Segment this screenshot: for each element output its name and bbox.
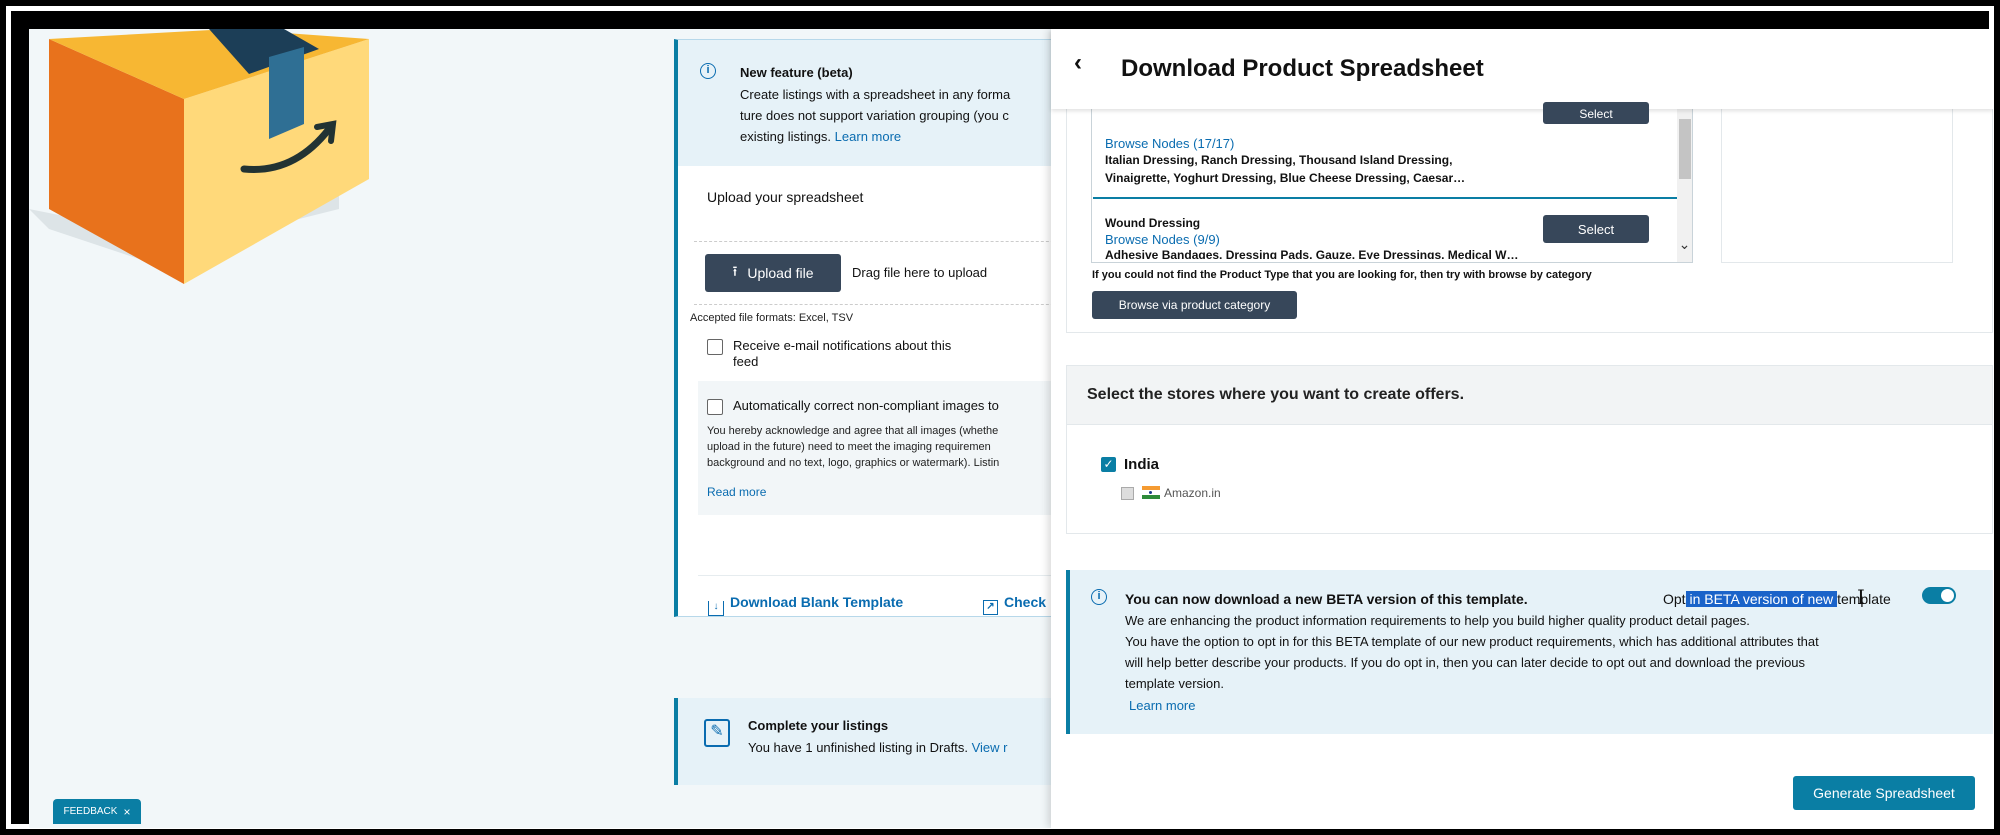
feature-title: New feature (beta) — [740, 65, 853, 80]
scroll-down-icon[interactable]: ⌄ — [1677, 236, 1692, 254]
amazon-box-logo — [29, 29, 379, 289]
complete-listings-title: Complete your listings — [748, 718, 889, 733]
product-type-2-browse-nodes[interactable]: Browse Nodes (9/9) — [1105, 232, 1220, 247]
india-label: India — [1124, 456, 1160, 473]
product-type-2-name: Wound Dressing — [1105, 216, 1201, 230]
toggle-knob — [1941, 589, 1954, 602]
feedback-label: FEEDBACK — [63, 806, 118, 817]
read-more-link[interactable]: Read more — [707, 485, 766, 499]
edit-icon: ✎ — [704, 719, 730, 747]
opt-in-prefix: Opt — [1663, 591, 1686, 607]
auto-correct-label: Automatically correct non-compliant imag… — [733, 398, 999, 413]
upload-file-button[interactable]: ⭱ Upload file — [705, 254, 841, 292]
screenshot-frame: i New feature (beta) Create listings wit… — [6, 6, 1994, 829]
beta-info-icon: i — [1091, 589, 1107, 605]
auto-correct-body-line3: background and no text, logo, graphics o… — [707, 457, 1000, 469]
feature-banner — [678, 40, 1074, 166]
external-link-icon: ↗ — [983, 600, 998, 615]
product-type-2-select-button[interactable]: Select — [1543, 215, 1649, 243]
beta-line4: template version. — [1125, 676, 1224, 691]
view-drafts-link[interactable]: View r — [972, 740, 1008, 755]
download-icon: ↓ — [708, 601, 724, 616]
product-type-2-examples-clip: Adhesive Bandages, Dressing Pads, Gauze,… — [1105, 248, 1665, 259]
product-type-1-browse-nodes[interactable]: Browse Nodes (17/17) — [1105, 136, 1234, 151]
feature-line3: existing listings. Learn more — [740, 129, 901, 144]
download-blank-template-label: Download Blank Template — [730, 594, 904, 610]
product-type-2-examples-line1: Adhesive Bandages, Dressing Pads, Gauze,… — [1105, 248, 1519, 259]
info-icon: i — [700, 63, 716, 79]
feature-line3-text: existing listings. — [740, 129, 832, 144]
beta-title: You can now download a new BETA version … — [1125, 591, 1528, 607]
screen: i New feature (beta) Create listings wit… — [29, 29, 1993, 828]
product-type-1-examples-line1: Italian Dressing, Ranch Dressing, Thousa… — [1105, 153, 1453, 167]
browse-category-button[interactable]: Browse via product category — [1092, 291, 1297, 319]
text-cursor-icon: I — [1857, 585, 1865, 609]
opt-in-selected-text: in BETA version of new — [1685, 591, 1838, 607]
complete-listings-message: You have 1 unfinished listing in Drafts. — [748, 740, 968, 755]
accepted-formats-text: Accepted file formats: Excel, TSV — [690, 312, 854, 324]
feature-learn-more-link[interactable]: Learn more — [835, 129, 901, 144]
amazon-in-label: Amazon.in — [1164, 486, 1221, 500]
product-type-1-examples-line2: Vinaigrette, Yoghurt Dressing, Blue Chee… — [1105, 171, 1466, 185]
generate-spreadsheet-button[interactable]: Generate Spreadsheet — [1793, 776, 1975, 810]
scrollbar-thumb[interactable] — [1679, 119, 1691, 179]
beta-line3: will help better describe your products.… — [1125, 655, 1806, 670]
feature-line1: Create listings with a spreadsheet in an… — [740, 87, 1011, 102]
email-notify-label-line1: Receive e-mail notifications about this — [733, 338, 952, 353]
auto-correct-body-line1: You hereby acknowledge and agree that al… — [707, 425, 999, 437]
check-link[interactable]: ↗ Check — [983, 594, 1046, 615]
email-notify-checkbox[interactable] — [707, 339, 723, 355]
amazon-in-checkbox[interactable] — [1121, 487, 1134, 500]
beta-line1: We are enhancing the product information… — [1125, 613, 1750, 628]
upload-section-title: Upload your spreadsheet — [707, 189, 864, 205]
stores-heading: Select the stores where you want to crea… — [1087, 386, 1465, 403]
upload-icon: ⭱ — [732, 263, 738, 279]
product-preview-box — [1721, 107, 1953, 263]
check-label: Check — [1004, 594, 1047, 610]
upload-file-label: Upload file — [747, 265, 814, 281]
feature-line2: ture does not support variation grouping… — [740, 108, 1009, 123]
beta-learn-more-link[interactable]: Learn more — [1129, 698, 1195, 713]
not-found-text: If you could not find the Product Type t… — [1092, 269, 1592, 281]
feedback-tab[interactable]: FEEDBACK × — [53, 799, 141, 824]
product-type-divider — [1093, 197, 1677, 199]
feedback-close-icon[interactable]: × — [123, 805, 130, 819]
drag-file-text: Drag file here to upload — [852, 265, 988, 280]
email-notify-label-line2: feed — [733, 354, 759, 369]
india-checkbox[interactable]: ✓ — [1101, 457, 1116, 472]
panel-header-cover — [1051, 29, 1993, 109]
beta-line2: You have the option to opt in for this B… — [1125, 634, 1819, 649]
auto-correct-checkbox[interactable] — [707, 399, 723, 415]
complete-listings-text: You have 1 unfinished listing in Drafts.… — [748, 740, 1007, 755]
india-flag-icon — [1142, 486, 1160, 499]
download-blank-template-link[interactable]: ↓ Download Blank Template — [708, 594, 903, 616]
auto-correct-body-line2: upload in the future) need to meet the i… — [707, 441, 991, 453]
beta-opt-in-toggle[interactable] — [1922, 587, 1956, 604]
card-footer — [698, 575, 1074, 576]
